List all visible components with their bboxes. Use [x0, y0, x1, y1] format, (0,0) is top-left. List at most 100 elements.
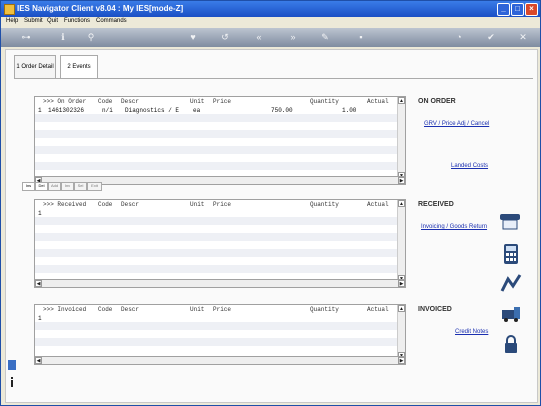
- info-bar-icon[interactable]: [9, 377, 15, 387]
- heart-icon[interactable]: ♥: [187, 32, 199, 43]
- tab-events[interactable]: 2 Events: [60, 55, 98, 78]
- inv-button[interactable]: Inv: [61, 182, 74, 191]
- grid-header: >>> Received Code Descr Unit Price Quant…: [35, 200, 405, 209]
- cell-quantity[interactable]: 1.00: [342, 107, 356, 114]
- col-price: Price: [213, 306, 232, 313]
- insert-button[interactable]: Ins: [22, 182, 35, 191]
- table-row[interactable]: [35, 146, 405, 154]
- table-row[interactable]: [35, 233, 405, 241]
- credit-notes-link[interactable]: Credit Notes: [455, 329, 488, 335]
- table-row[interactable]: [35, 130, 405, 138]
- menu-submit[interactable]: Submit: [24, 18, 43, 24]
- table-row[interactable]: [35, 122, 405, 130]
- on-order-title: ON ORDER: [418, 98, 456, 105]
- menu-functions[interactable]: Functions: [64, 18, 90, 24]
- col-price: Price: [213, 201, 232, 208]
- col-on-order: >>> On Order: [43, 98, 87, 105]
- invoiced-grid[interactable]: >>> Invoiced Code Descr Unit Price Quant…: [34, 304, 406, 360]
- vertical-scrollbar[interactable]: ▲ ▼: [397, 200, 405, 282]
- scroll-left-icon[interactable]: ◀: [35, 280, 42, 287]
- col-descr: Descr: [121, 201, 140, 208]
- scroll-right-icon[interactable]: ▶: [398, 280, 405, 287]
- cell-order[interactable]: 1461302326: [48, 107, 84, 114]
- scroll-right-icon[interactable]: ▶: [398, 177, 405, 184]
- cell-descr[interactable]: Diagnostics / E: [125, 107, 179, 114]
- table-row[interactable]: 1: [35, 314, 405, 322]
- col-code: Code: [98, 201, 113, 208]
- table-row[interactable]: [35, 330, 405, 338]
- close-icon[interactable]: ×: [525, 3, 538, 16]
- menu-quit[interactable]: Quit: [47, 18, 58, 24]
- key-icon[interactable]: ⊶: [15, 32, 37, 43]
- cell-price[interactable]: 750.00: [271, 107, 293, 114]
- table-row[interactable]: 1 1461302326 n/i Diagnostics / E ea 750.…: [35, 106, 405, 114]
- scroll-up-icon[interactable]: ▲: [398, 97, 405, 104]
- table-row[interactable]: [35, 217, 405, 225]
- grv-price-adj-cancel-link[interactable]: GRV / Price Adj / Cancel: [424, 121, 489, 127]
- landed-costs-link[interactable]: Landed Costs: [451, 163, 488, 169]
- search-icon[interactable]: ⚲: [85, 32, 97, 43]
- menu-bar: Help Submit Quit Functions Commands: [1, 17, 540, 28]
- table-row[interactable]: [35, 225, 405, 233]
- table-row[interactable]: [35, 322, 405, 330]
- table-row[interactable]: [35, 265, 405, 273]
- row-number: 1: [38, 107, 42, 114]
- save-icon[interactable]: ▪: [355, 32, 367, 43]
- scroll-right-icon[interactable]: ▶: [398, 357, 405, 364]
- table-row[interactable]: [35, 138, 405, 146]
- scroll-up-icon[interactable]: ▲: [398, 200, 405, 207]
- maximize-icon[interactable]: □: [511, 3, 524, 16]
- side-panel-icon[interactable]: [8, 360, 16, 370]
- add-button[interactable]: Add: [48, 182, 61, 191]
- grid-header: >>> Invoiced Code Descr Unit Price Quant…: [35, 305, 405, 314]
- minimize-icon[interactable]: _: [497, 3, 510, 16]
- chart-icon[interactable]: [500, 273, 522, 293]
- scroll-left-icon[interactable]: ◀: [35, 357, 42, 364]
- horizontal-scrollbar[interactable]: ◀ ▶: [34, 356, 406, 365]
- col-code: Code: [98, 306, 113, 313]
- check-icon[interactable]: ✔: [485, 32, 497, 43]
- menu-commands[interactable]: Commands: [96, 18, 127, 24]
- horizontal-scrollbar[interactable]: ◀ ▶: [34, 279, 406, 288]
- col-price: Price: [213, 98, 232, 105]
- sel-button[interactable]: Sel: [74, 182, 87, 191]
- info-icon[interactable]: ℹ: [57, 32, 69, 43]
- delete-button[interactable]: Del: [35, 182, 48, 191]
- truck-icon[interactable]: [500, 305, 522, 323]
- table-row[interactable]: [35, 249, 405, 257]
- fast-forward-icon[interactable]: »: [287, 32, 299, 43]
- table-row[interactable]: [35, 257, 405, 265]
- vertical-scrollbar[interactable]: ▲ ▼: [397, 97, 405, 179]
- col-actual: Actual: [367, 306, 389, 313]
- globe-icon[interactable]: ◔: [453, 32, 465, 43]
- col-quantity: Quantity: [310, 201, 339, 208]
- toolbar-close-icon[interactable]: ✕: [517, 32, 529, 43]
- tab-order-detail[interactable]: 1 Order Detail: [14, 55, 56, 78]
- table-row[interactable]: [35, 154, 405, 162]
- cell-code[interactable]: n/i: [102, 107, 113, 114]
- scroll-up-icon[interactable]: ▲: [398, 305, 405, 312]
- menu-help[interactable]: Help: [6, 18, 18, 24]
- table-row[interactable]: [35, 338, 405, 346]
- table-row[interactable]: [35, 241, 405, 249]
- exit-button[interactable]: Exit: [87, 182, 102, 191]
- received-grid[interactable]: >>> Received Code Descr Unit Price Quant…: [34, 199, 406, 283]
- table-row[interactable]: [35, 114, 405, 122]
- table-row[interactable]: 1: [35, 209, 405, 217]
- printer-icon[interactable]: [499, 212, 521, 230]
- cell-unit[interactable]: ea: [193, 107, 200, 114]
- toolbar: ⊶ ℹ ⚲ ♥ ↺ « » ✎ ▪ ◔ ✔ ✕: [1, 28, 540, 47]
- on-order-grid[interactable]: >>> On Order Code Descr Unit Price Quant…: [34, 96, 406, 180]
- vertical-scrollbar[interactable]: ▲ ▼: [397, 305, 405, 359]
- window-title: IES Navigator Client v8.04 : My IES :: [17, 4, 154, 13]
- lock-icon[interactable]: [503, 334, 519, 354]
- table-row[interactable]: [35, 162, 405, 170]
- calculator-icon[interactable]: [503, 243, 519, 265]
- invoicing-goods-return-link[interactable]: Invoicing / Goods Return: [421, 224, 487, 230]
- col-descr: Descr: [121, 306, 140, 313]
- edit-icon[interactable]: ✎: [319, 32, 331, 43]
- table-row[interactable]: [35, 346, 405, 354]
- rewind-icon[interactable]: «: [253, 32, 265, 43]
- col-invoiced: >>> Invoiced: [43, 306, 87, 313]
- undo-icon[interactable]: ↺: [219, 32, 231, 43]
